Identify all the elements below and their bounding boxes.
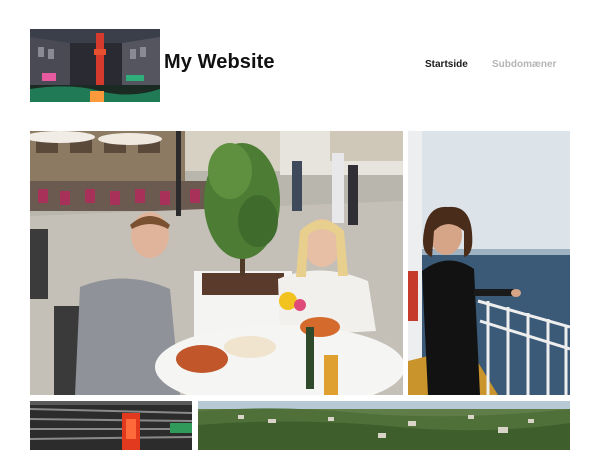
main-nav: Startside Subdomæner: [0, 59, 600, 75]
gallery-image-landscape[interactable]: [198, 401, 570, 450]
nav-item-startside[interactable]: Startside: [425, 59, 468, 70]
gallery-image-interior[interactable]: [30, 401, 192, 450]
nav-item-subdomaener[interactable]: Subdomæner: [492, 59, 556, 70]
gallery-image-ship[interactable]: [408, 131, 570, 395]
gallery-image-restaurant[interactable]: [30, 131, 403, 395]
